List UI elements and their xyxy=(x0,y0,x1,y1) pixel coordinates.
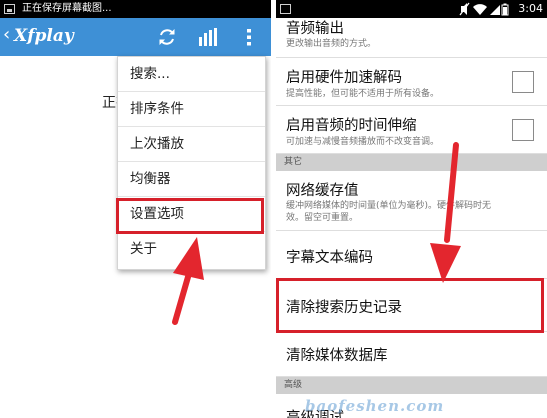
status-icons xyxy=(459,2,509,16)
left-phone-screen: 正在保存屏幕截图... ‹ Xfplay 正在 搜索... 排序条件 上次播放 … xyxy=(0,0,271,418)
screenshot-icon xyxy=(4,4,15,14)
checkbox-icon[interactable] xyxy=(512,119,534,141)
pref-time-stretch[interactable]: 启用音频的时间伸缩 可加速与减慢音频播放而不改变音调。 xyxy=(276,106,547,154)
signal-icon xyxy=(490,5,500,15)
pref-summary: 可加速与减慢音频播放而不改变音调。 xyxy=(286,137,440,147)
category-header-other: 其它 xyxy=(276,154,547,171)
checkbox-icon[interactable] xyxy=(512,71,534,93)
mute-icon xyxy=(459,2,470,16)
pref-clear-media-db[interactable]: 清除媒体数据库 xyxy=(276,332,547,377)
category-header-advanced: 高级 xyxy=(276,377,547,394)
highlight-box-clear-history xyxy=(276,278,544,333)
status-text: 正在保存屏幕截图... xyxy=(22,3,112,14)
pref-summary-line1: 缓冲网络媒体的时间量(单位为毫秒)。硬件解码时无 xyxy=(286,201,492,211)
highlight-box-settings xyxy=(116,198,264,234)
pref-network-cache[interactable]: 网络缓存值 缓冲网络媒体的时间量(单位为毫秒)。硬件解码时无 效。留空可重置。 xyxy=(276,171,547,231)
pref-title: 启用音频的时间伸缩 xyxy=(286,118,417,134)
app-bar: ‹ Xfplay xyxy=(0,18,271,56)
menu-item-equalizer[interactable]: 均衡器 xyxy=(118,162,265,197)
pref-title: 音频输出 xyxy=(286,21,344,37)
equalizer-bars-icon[interactable] xyxy=(198,28,218,46)
status-bar: 3:04 xyxy=(276,0,547,18)
pref-subtitle-encoding[interactable]: 字幕文本编码 xyxy=(276,231,547,279)
watermark: baofeshen.com xyxy=(305,397,445,415)
pref-summary-line2: 效。留空可重置。 xyxy=(286,213,359,223)
pref-audio-output[interactable]: 音频输出 更改输出音频的方式。 xyxy=(276,18,547,58)
battery-icon xyxy=(501,3,509,16)
pref-title: 字幕文本编码 xyxy=(286,250,373,266)
menu-item-search[interactable]: 搜索... xyxy=(118,57,265,92)
wifi-icon xyxy=(473,4,487,15)
pref-summary: 更改输出音频的方式。 xyxy=(286,39,377,49)
menu-item-sort[interactable]: 排序条件 xyxy=(118,92,265,127)
pref-summary: 提高性能，但可能不适用于所有设备。 xyxy=(286,89,440,99)
overflow-menu-icon[interactable] xyxy=(246,28,252,46)
refresh-icon[interactable] xyxy=(156,26,178,48)
pref-title: 清除媒体数据库 xyxy=(286,348,388,364)
screenshot-icon xyxy=(280,4,291,14)
pref-hardware-decoding[interactable]: 启用硬件加速解码 提高性能，但可能不适用于所有设备。 xyxy=(276,58,547,106)
right-phone-screen: 3:04 音频输出 更改输出音频的方式。 启用硬件加速解码 提高性能，但可能不适… xyxy=(276,0,547,418)
overflow-menu: 搜索... 排序条件 上次播放 均衡器 设置选项 关于 xyxy=(117,56,266,270)
status-bar: 正在保存屏幕截图... xyxy=(0,0,271,18)
menu-item-about[interactable]: 关于 xyxy=(118,232,265,267)
app-title: Xfplay xyxy=(14,26,74,46)
menu-item-last-played[interactable]: 上次播放 xyxy=(118,127,265,162)
pref-title: 网络缓存值 xyxy=(286,183,359,199)
back-chevron-icon[interactable]: ‹ xyxy=(3,24,10,46)
clock: 3:04 xyxy=(518,2,543,15)
pref-title: 启用硬件加速解码 xyxy=(286,70,402,86)
